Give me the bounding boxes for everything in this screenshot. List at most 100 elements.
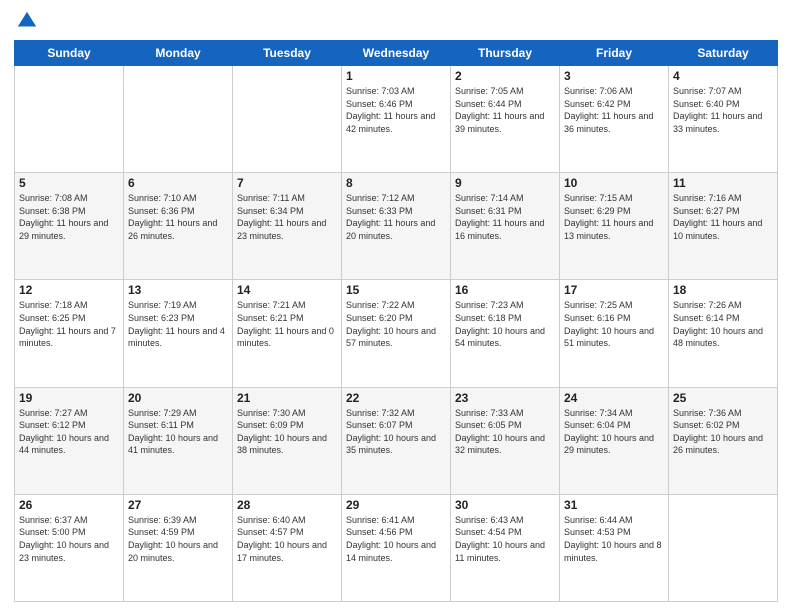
day-number: 29 [346,498,446,512]
day-info: Sunrise: 7:29 AM Sunset: 6:11 PM Dayligh… [128,407,228,457]
day-info: Sunrise: 7:05 AM Sunset: 6:44 PM Dayligh… [455,85,555,135]
day-info: Sunrise: 7:12 AM Sunset: 6:33 PM Dayligh… [346,192,446,242]
col-sunday: Sunday [15,41,124,66]
day-info: Sunrise: 6:39 AM Sunset: 4:59 PM Dayligh… [128,514,228,564]
col-tuesday: Tuesday [233,41,342,66]
calendar: Sunday Monday Tuesday Wednesday Thursday… [14,40,778,602]
day-info: Sunrise: 7:23 AM Sunset: 6:18 PM Dayligh… [455,299,555,349]
day-number: 19 [19,391,119,405]
day-cell: 25 Sunrise: 7:36 AM Sunset: 6:02 PM Dayli… [669,387,778,494]
day-number: 31 [564,498,664,512]
day-number: 14 [237,283,337,297]
day-cell: 6Sunrise: 7:10 AM Sunset: 6:36 PM Daylig… [124,173,233,280]
day-number: 21 [237,391,337,405]
day-number: 10 [564,176,664,190]
day-info: Sunrise: 7:16 AM Sunset: 6:27 PM Dayligh… [673,192,773,242]
day-number: 7 [237,176,337,190]
day-number: 16 [455,283,555,297]
day-info: Sunrise: 6:43 AM Sunset: 4:54 PM Dayligh… [455,514,555,564]
day-cell: 7 Sunrise: 7:11 AM Sunset: 6:34 PM Daylig… [233,173,342,280]
col-saturday: Saturday [669,41,778,66]
day-cell: 12Sunrise: 7:18 AM Sunset: 6:25 PM Dayli… [15,280,124,387]
day-cell [124,66,233,173]
week-row-2: 12Sunrise: 7:18 AM Sunset: 6:25 PM Dayli… [15,280,778,387]
day-info: Sunrise: 7:11 AM Sunset: 6:34 PM Dayligh… [237,192,337,242]
day-cell: 9 Sunrise: 7:14 AM Sunset: 6:31 PM Daylig… [451,173,560,280]
day-info: Sunrise: 7:25 AM Sunset: 6:16 PM Dayligh… [564,299,664,349]
day-info: Sunrise: 7:07 AM Sunset: 6:40 PM Dayligh… [673,85,773,135]
day-info: Sunrise: 6:40 AM Sunset: 4:57 PM Dayligh… [237,514,337,564]
day-info: Sunrise: 7:18 AM Sunset: 6:25 PM Dayligh… [19,299,119,349]
day-number: 13 [128,283,228,297]
day-info: Sunrise: 7:03 AM Sunset: 6:46 PM Dayligh… [346,85,446,135]
week-row-1: 5Sunrise: 7:08 AM Sunset: 6:38 PM Daylig… [15,173,778,280]
logo-icon [16,10,38,32]
day-cell [669,494,778,601]
day-info: Sunrise: 7:14 AM Sunset: 6:31 PM Dayligh… [455,192,555,242]
day-cell: 26 Sunrise: 6:37 AM Sunset: 5:00 PM Dayli… [15,494,124,601]
day-number: 18 [673,283,773,297]
day-cell: 15 Sunrise: 7:22 AM Sunset: 6:20 PM Dayli… [342,280,451,387]
day-cell: 24 Sunrise: 7:34 AM Sunset: 6:04 PM Dayli… [560,387,669,494]
day-cell [233,66,342,173]
page: Sunday Monday Tuesday Wednesday Thursday… [0,0,792,612]
day-cell: 21 Sunrise: 7:30 AM Sunset: 6:09 PM Dayli… [233,387,342,494]
day-number: 30 [455,498,555,512]
day-info: Sunrise: 7:34 AM Sunset: 6:04 PM Dayligh… [564,407,664,457]
day-number: 9 [455,176,555,190]
day-number: 24 [564,391,664,405]
day-number: 3 [564,69,664,83]
day-cell: 5Sunrise: 7:08 AM Sunset: 6:38 PM Daylig… [15,173,124,280]
day-cell: 31 Sunrise: 6:44 AM Sunset: 4:53 PM Dayli… [560,494,669,601]
day-info: Sunrise: 7:36 AM Sunset: 6:02 PM Dayligh… [673,407,773,457]
day-info: Sunrise: 7:30 AM Sunset: 6:09 PM Dayligh… [237,407,337,457]
day-info: Sunrise: 7:32 AM Sunset: 6:07 PM Dayligh… [346,407,446,457]
day-info: Sunrise: 6:41 AM Sunset: 4:56 PM Dayligh… [346,514,446,564]
day-info: Sunrise: 7:26 AM Sunset: 6:14 PM Dayligh… [673,299,773,349]
week-row-4: 26 Sunrise: 6:37 AM Sunset: 5:00 PM Dayli… [15,494,778,601]
day-number: 17 [564,283,664,297]
day-cell: 11Sunrise: 7:16 AM Sunset: 6:27 PM Dayli… [669,173,778,280]
day-cell: 30 Sunrise: 6:43 AM Sunset: 4:54 PM Dayli… [451,494,560,601]
col-monday: Monday [124,41,233,66]
day-cell: 8Sunrise: 7:12 AM Sunset: 6:33 PM Daylig… [342,173,451,280]
day-cell: 27 Sunrise: 6:39 AM Sunset: 4:59 PM Dayli… [124,494,233,601]
day-cell: 19 Sunrise: 7:27 AM Sunset: 6:12 PM Dayli… [15,387,124,494]
header-row: Sunday Monday Tuesday Wednesday Thursday… [15,41,778,66]
week-row-3: 19 Sunrise: 7:27 AM Sunset: 6:12 PM Dayli… [15,387,778,494]
day-info: Sunrise: 7:10 AM Sunset: 6:36 PM Dayligh… [128,192,228,242]
week-row-0: 1 Sunrise: 7:03 AM Sunset: 6:46 PM Daylig… [15,66,778,173]
day-info: Sunrise: 7:22 AM Sunset: 6:20 PM Dayligh… [346,299,446,349]
day-cell [15,66,124,173]
day-number: 27 [128,498,228,512]
day-number: 4 [673,69,773,83]
day-number: 2 [455,69,555,83]
day-info: Sunrise: 7:19 AM Sunset: 6:23 PM Dayligh… [128,299,228,349]
day-number: 20 [128,391,228,405]
day-number: 1 [346,69,446,83]
day-cell: 4 Sunrise: 7:07 AM Sunset: 6:40 PM Daylig… [669,66,778,173]
col-wednesday: Wednesday [342,41,451,66]
day-cell: 14Sunrise: 7:21 AM Sunset: 6:21 PM Dayli… [233,280,342,387]
day-info: Sunrise: 7:15 AM Sunset: 6:29 PM Dayligh… [564,192,664,242]
day-number: 26 [19,498,119,512]
day-number: 28 [237,498,337,512]
day-cell: 18 Sunrise: 7:26 AM Sunset: 6:14 PM Dayli… [669,280,778,387]
day-number: 23 [455,391,555,405]
day-info: Sunrise: 7:27 AM Sunset: 6:12 PM Dayligh… [19,407,119,457]
day-number: 22 [346,391,446,405]
day-number: 15 [346,283,446,297]
day-cell: 22 Sunrise: 7:32 AM Sunset: 6:07 PM Dayli… [342,387,451,494]
day-cell: 13 Sunrise: 7:19 AM Sunset: 6:23 PM Dayli… [124,280,233,387]
day-info: Sunrise: 7:08 AM Sunset: 6:38 PM Dayligh… [19,192,119,242]
day-info: Sunrise: 6:44 AM Sunset: 4:53 PM Dayligh… [564,514,664,564]
logo-text [14,10,38,32]
day-number: 25 [673,391,773,405]
day-cell: 2 Sunrise: 7:05 AM Sunset: 6:44 PM Daylig… [451,66,560,173]
day-cell: 3 Sunrise: 7:06 AM Sunset: 6:42 PM Daylig… [560,66,669,173]
day-cell: 20 Sunrise: 7:29 AM Sunset: 6:11 PM Dayli… [124,387,233,494]
day-info: Sunrise: 6:37 AM Sunset: 5:00 PM Dayligh… [19,514,119,564]
day-cell: 1 Sunrise: 7:03 AM Sunset: 6:46 PM Daylig… [342,66,451,173]
header [14,10,778,32]
day-info: Sunrise: 7:06 AM Sunset: 6:42 PM Dayligh… [564,85,664,135]
